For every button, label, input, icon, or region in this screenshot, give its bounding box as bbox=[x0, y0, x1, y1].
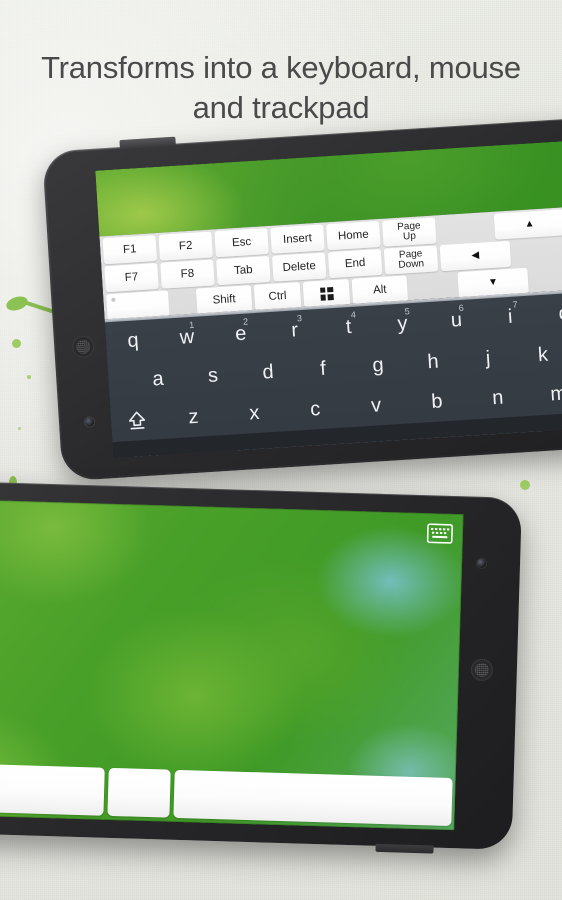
key-y-num: 5 bbox=[404, 306, 411, 317]
key-n[interactable]: n bbox=[466, 376, 529, 420]
key-row3-gap-left bbox=[171, 289, 195, 316]
key-esc[interactable]: Esc bbox=[214, 228, 269, 258]
key-f1[interactable]: F1 bbox=[102, 235, 158, 265]
key-u[interactable]: u6 bbox=[428, 299, 484, 342]
key-insert[interactable]: Insert bbox=[270, 224, 325, 254]
key-o-label: o bbox=[557, 301, 562, 325]
key-tab[interactable]: Tab bbox=[216, 255, 271, 286]
key-home[interactable]: Home bbox=[326, 220, 381, 251]
phone-screen-trackpad bbox=[0, 496, 464, 831]
arrow-down-icon: ▼ bbox=[487, 276, 499, 289]
key-d[interactable]: d bbox=[239, 351, 297, 394]
phone-bottom-button[interactable] bbox=[375, 843, 434, 854]
key-page-up[interactable]: Page Up bbox=[381, 217, 437, 247]
key-o[interactable]: o8 bbox=[536, 292, 562, 335]
headline-line-1: Transforms into a keyboard, mouse bbox=[41, 50, 521, 85]
key-g[interactable]: g bbox=[349, 344, 407, 387]
key-indicator-dot bbox=[111, 297, 116, 302]
key-f8[interactable]: F8 bbox=[160, 259, 215, 289]
key-e[interactable]: e2 bbox=[213, 312, 269, 355]
key-k[interactable]: k bbox=[514, 333, 562, 376]
key-s[interactable]: s bbox=[184, 354, 242, 397]
device-keyboard-phone: F1 F2 Esc Insert Home Page Up ▲ F7 F8 Ta… bbox=[42, 114, 562, 482]
paint-splatter bbox=[18, 427, 21, 430]
mouse-right-button[interactable] bbox=[173, 769, 453, 827]
key-y[interactable]: y5 bbox=[374, 302, 430, 345]
key-i-num: 7 bbox=[512, 299, 518, 310]
windows-logo-icon bbox=[319, 286, 334, 301]
key-r[interactable]: r3 bbox=[267, 309, 323, 352]
key-c[interactable]: c bbox=[284, 387, 347, 431]
key-row3-gap-right bbox=[530, 264, 562, 293]
key-arrow-up[interactable]: ▲ bbox=[493, 209, 562, 240]
key-shift-soft[interactable] bbox=[110, 408, 163, 433]
key-h[interactable]: h bbox=[404, 340, 462, 383]
mouse-middle-button[interactable] bbox=[107, 767, 171, 818]
key-q-label: q bbox=[126, 328, 140, 352]
mouse-left-button[interactable] bbox=[0, 760, 105, 816]
paint-splatter bbox=[4, 293, 30, 314]
key-v[interactable]: v bbox=[344, 384, 407, 428]
key-w-num: 1 bbox=[188, 319, 195, 331]
key-b[interactable]: b bbox=[405, 380, 468, 424]
key-f[interactable]: f bbox=[294, 347, 352, 390]
key-arrow-left[interactable]: ◀ bbox=[439, 240, 512, 272]
paint-splatter bbox=[27, 375, 31, 379]
phone-screen-keyboard: F1 F2 Esc Insert Home Page Up ▲ F7 F8 Ta… bbox=[95, 136, 562, 459]
key-w[interactable]: w1 bbox=[159, 316, 215, 359]
key-f7[interactable]: F7 bbox=[104, 262, 159, 293]
shift-arrow-icon bbox=[128, 411, 146, 430]
headline-line-2: and trackpad bbox=[192, 90, 370, 125]
arrow-up-icon: ▲ bbox=[524, 218, 535, 230]
device-trackpad-phone bbox=[0, 478, 523, 854]
key-delete[interactable]: Delete bbox=[271, 252, 327, 282]
paint-splatter bbox=[24, 300, 54, 314]
key-j[interactable]: j bbox=[459, 337, 517, 380]
key-q[interactable]: q bbox=[105, 319, 161, 362]
paint-splatter bbox=[520, 480, 530, 490]
key-row2-gap bbox=[512, 237, 562, 266]
keyboard-icon[interactable] bbox=[426, 523, 454, 544]
arrow-left-icon: ◀ bbox=[471, 249, 480, 262]
key-t-num: 4 bbox=[350, 309, 357, 320]
key-u-num: 6 bbox=[458, 302, 464, 314]
key-page-down[interactable]: Page Down bbox=[383, 245, 439, 275]
key-a[interactable]: a bbox=[129, 357, 187, 400]
key-r-num: 3 bbox=[296, 313, 303, 324]
key-end[interactable]: End bbox=[327, 248, 383, 279]
key-f2[interactable]: F2 bbox=[158, 231, 213, 261]
key-z[interactable]: z bbox=[162, 395, 225, 439]
key-t[interactable]: t4 bbox=[320, 305, 376, 348]
page-title: Transforms into a keyboard, mouse and tr… bbox=[0, 48, 562, 128]
paint-splatter bbox=[12, 339, 21, 348]
key-e-num: 2 bbox=[242, 316, 249, 327]
key-row1-gap bbox=[438, 214, 493, 243]
key-x[interactable]: x bbox=[223, 391, 286, 435]
key-i[interactable]: i7 bbox=[482, 295, 538, 338]
key-m[interactable]: m bbox=[527, 372, 562, 416]
